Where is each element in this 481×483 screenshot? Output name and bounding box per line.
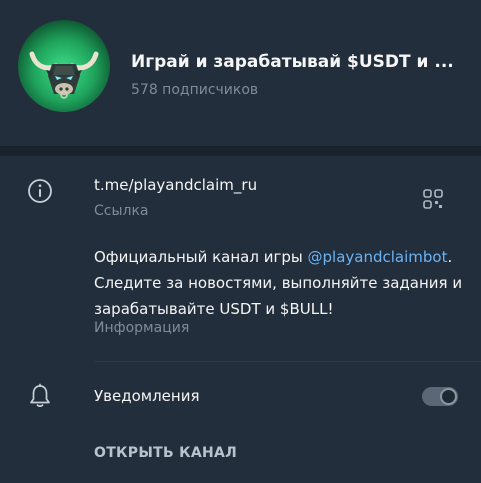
channel-header: Играй и зарабатывай $USDT и ... 578 подп… [0,0,481,146]
channel-description: Официальный канал игры @playandclaimbot.… [94,244,466,322]
open-channel-button[interactable]: ОТКРЫТЬ КАНАЛ [94,445,237,461]
row-separator [94,361,481,362]
qr-code-icon[interactable] [422,188,444,210]
bot-mention-link[interactable]: @playandclaimbot [308,248,448,266]
toggle-knob [440,388,457,405]
notifications-label: Уведомления [94,387,200,405]
section-divider [0,146,481,156]
channel-link[interactable]: t.me/playandclaim_ru [94,176,257,194]
bull-logo-icon [29,51,99,99]
info-circle-icon [28,179,52,203]
description-caption: Информация [94,320,190,336]
channel-avatar[interactable] [18,20,110,112]
channel-title: Играй и зарабатывай $USDT и ... [131,52,454,72]
bell-icon [30,383,50,407]
link-caption: Ссылка [94,203,149,219]
channel-info-panel: Играй и зарабатывай $USDT и ... 578 подп… [0,0,481,483]
subscriber-count: 578 подписчиков [131,82,259,98]
description-text-before: Официальный канал игры [94,248,308,266]
notifications-toggle[interactable] [422,387,458,406]
